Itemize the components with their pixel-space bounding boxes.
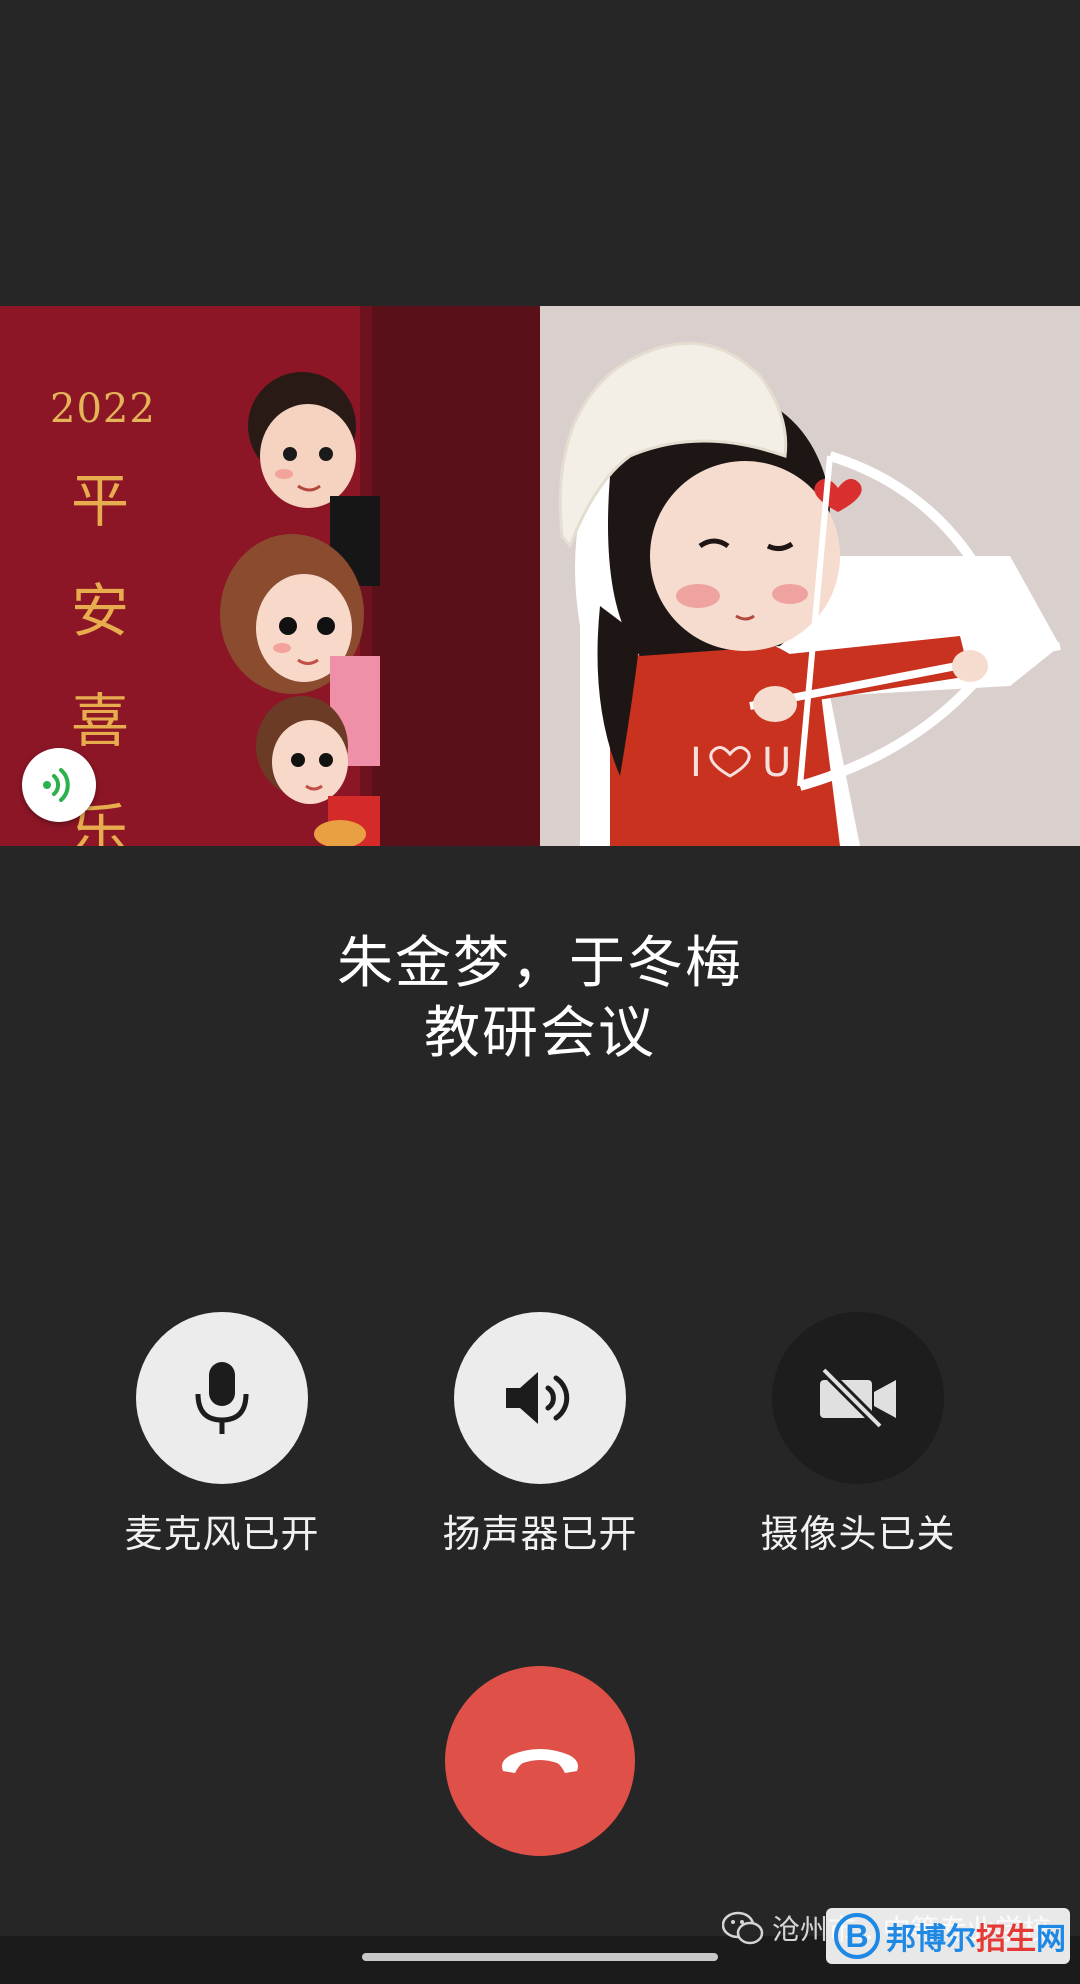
brand-text-tail: 网 — [1036, 1922, 1066, 1957]
svg-text:U: U — [762, 740, 791, 786]
speaker-control: 扬声器已开 — [420, 1312, 660, 1558]
brand-text-red: 招生 — [976, 1922, 1036, 1957]
svg-text:I: I — [690, 740, 702, 786]
speaking-indicator — [22, 748, 96, 822]
blessing-char: 平 — [70, 467, 129, 535]
card-year-text: 2022 — [50, 386, 156, 432]
card-door-panel — [370, 306, 540, 846]
camera-label: 摄像头已关 — [760, 1512, 956, 1556]
brand-logo-mark: B — [834, 1913, 880, 1959]
microphone-button[interactable] — [136, 1312, 308, 1484]
cupid-girl-illustration: I U — [558, 341, 1061, 846]
meeting-title: 教研会议 — [424, 1001, 656, 1066]
blessing-char: 安 — [70, 577, 129, 645]
voice-wave-icon — [43, 768, 70, 802]
camera-control: 摄像头已关 — [738, 1312, 978, 1558]
microphone-icon — [195, 1362, 249, 1434]
microphone-label: 麦克风已开 — [124, 1512, 320, 1556]
speaker-button[interactable] — [454, 1312, 626, 1484]
participant-names: 朱金梦，于冬梅 — [337, 931, 743, 996]
wechat-icon — [722, 1911, 764, 1945]
speaker-icon — [506, 1372, 570, 1424]
participant-video-right[interactable]: I U — [540, 306, 1080, 846]
camera-button[interactable] — [772, 1312, 944, 1484]
family-illustration — [220, 372, 380, 846]
camera-off-icon — [820, 1366, 896, 1430]
brand-logo: B 邦博尔招生网 — [826, 1908, 1070, 1964]
speaker-label: 扬声器已开 — [442, 1512, 638, 1556]
brand-logo-text: 邦博尔招生网 — [886, 1914, 1066, 1958]
call-info: 朱金梦，于冬梅 教研会议 — [0, 930, 1080, 1070]
hang-up-icon — [502, 1749, 578, 1773]
hang-up-button[interactable] — [445, 1666, 635, 1856]
participant-video-left[interactable]: 2022 平 安 喜 乐 — [0, 306, 540, 846]
brand-text-blue: 邦博尔 — [886, 1922, 976, 1957]
video-tiles: 2022 平 安 喜 乐 I U — [0, 306, 1080, 846]
microphone-control: 麦克风已开 — [102, 1312, 342, 1558]
home-indicator[interactable] — [362, 1953, 718, 1961]
